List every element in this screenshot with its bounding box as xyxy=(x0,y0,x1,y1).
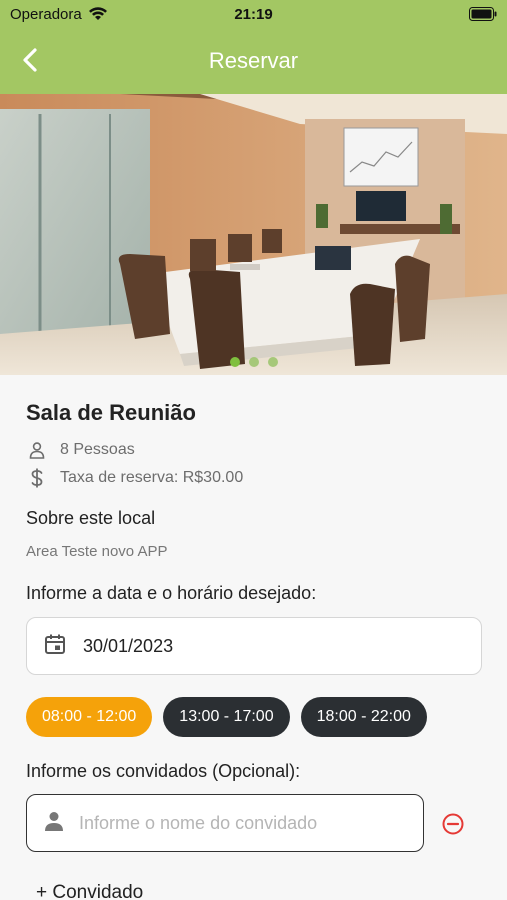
about-heading: Sobre este local xyxy=(26,508,156,528)
guest-name-input[interactable] xyxy=(79,812,399,834)
guest-name-field[interactable] xyxy=(26,794,424,852)
capacity-row: 8 Pessoas xyxy=(26,439,135,461)
clock: 21:19 xyxy=(234,6,273,23)
time-slot-button[interactable]: 18:00 - 22:00 xyxy=(300,697,427,737)
time-slot-list: 08:00 - 12:00 13:00 - 17:00 18:00 - 22:0… xyxy=(26,697,427,737)
date-picker-field[interactable]: 30/01/2023 xyxy=(26,617,482,675)
carousel-dot[interactable] xyxy=(267,357,278,367)
fee-label: Taxa de reserva: R$30.00 xyxy=(60,469,244,486)
battery-icon xyxy=(469,7,497,25)
fee-row: Taxa de reserva: R$30.00 xyxy=(26,467,243,489)
carousel-dot[interactable] xyxy=(229,357,240,367)
carousel-indicator xyxy=(0,357,507,367)
remove-guest-icon[interactable] xyxy=(441,812,465,836)
add-guest-button[interactable]: + Convidado xyxy=(36,882,143,900)
person-icon xyxy=(43,810,65,837)
schedule-heading: Informe a data e o horário desejado: xyxy=(26,583,317,603)
about-description: Area Teste novo APP xyxy=(26,543,168,560)
time-slot-button[interactable]: 08:00 - 12:00 xyxy=(26,697,153,737)
person-icon xyxy=(26,439,48,461)
time-slot-button[interactable]: 13:00 - 17:00 xyxy=(163,697,290,737)
guests-heading: Informe os convidados (Opcional): xyxy=(26,761,301,781)
navigation-bar: Reservar xyxy=(0,30,507,94)
selected-date: 30/01/2023 xyxy=(83,635,174,656)
page-title: Reservar xyxy=(208,48,299,73)
meeting-room-photo xyxy=(0,94,507,375)
carousel-dot[interactable] xyxy=(248,357,259,367)
capacity-label: 8 Pessoas xyxy=(60,441,135,458)
calendar-icon xyxy=(43,632,67,661)
status-bar: Operadora 21:19 xyxy=(0,0,507,30)
dollar-icon xyxy=(26,467,48,489)
room-name: Sala de Reunião xyxy=(26,400,196,425)
room-photo-carousel[interactable] xyxy=(0,94,507,375)
